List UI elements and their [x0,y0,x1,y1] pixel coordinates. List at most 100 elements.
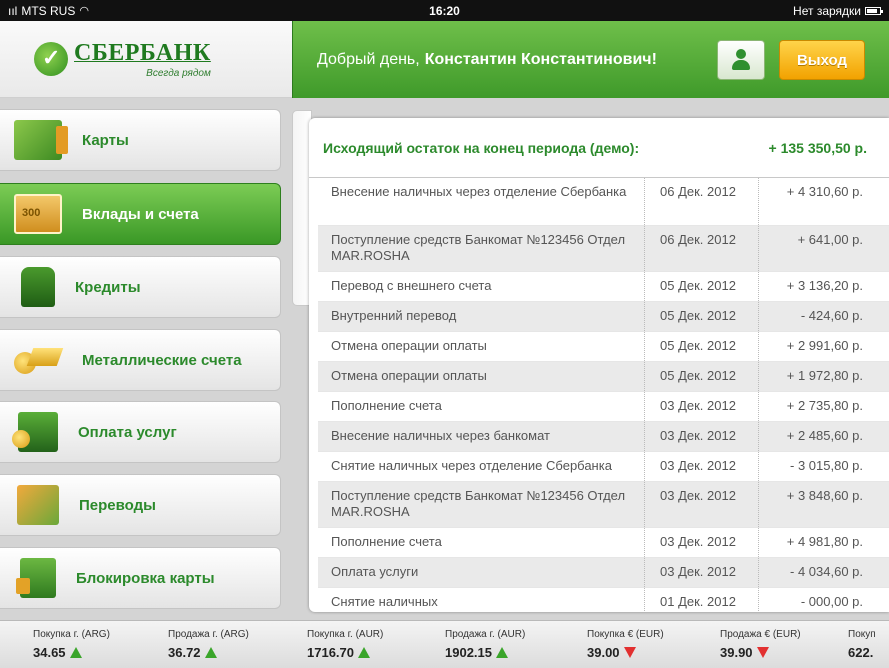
transaction-description: Снятие наличных [318,588,645,612]
profile-button[interactable] [717,40,765,80]
transaction-description: Внесение наличных через отделение Сберба… [318,178,645,225]
transaction-description: Пополнение счета [318,392,645,421]
transaction-date: 01 Дек. 2012 [645,588,759,612]
arrow-down-icon [623,647,636,658]
ticker-value: 1902.15 [445,645,492,660]
ticker-item: Покупка г. (ARG) 34.65 [33,629,110,660]
transaction-date: 03 Дек. 2012 [645,558,759,587]
logo-name: СБЕРБАНК [74,39,211,66]
table-row[interactable]: Пополнение счета 03 Дек. 2012 + 4 981,80… [318,528,889,558]
transaction-date: 03 Дек. 2012 [645,392,759,421]
person-icon [731,49,751,71]
transaction-amount: + 4 310,60 р. [786,184,863,199]
balance-amount: + 135 350,50 р. [768,139,867,156]
greeting-text: Добрый день, [317,50,420,68]
transaction-description: Отмена операции оплаты [318,332,645,361]
wifi-icon: ◠ [79,5,89,17]
battery-text: Нет зарядки [793,3,861,18]
table-row[interactable]: Отмена операции оплаты 05 Дек. 2012 + 1 … [318,362,889,392]
ticker-label: Покупка € (EUR) [587,629,664,640]
sidebar-item-credits[interactable]: Кредиты [0,256,281,318]
arrow-up-icon [69,647,82,658]
exit-button[interactable]: Выход [779,40,865,80]
transfer-icon [17,485,59,525]
transaction-description: Поступление средств Банкомат №123456 Отд… [318,482,645,527]
ticker-value: 1716.70 [307,645,354,660]
arrow-down-icon [756,647,769,658]
ticker-item: Продажа € (EUR) 39.90 [720,629,801,660]
transaction-date: 05 Дек. 2012 [645,332,759,361]
transaction-description: Внесение наличных через банкомат [318,422,645,451]
table-row[interactable]: Поступление средств Банкомат №123456 Отд… [318,226,889,272]
sidebar-item-payments[interactable]: Оплата услуг [0,401,281,463]
transaction-amount: + 2 485,60 р. [786,428,863,443]
ticker-item: Продажа г. (AUR) 1902.15 [445,629,525,660]
battery-info: Нет зарядки [793,3,883,18]
transaction-amount: - 3 015,80 р. [790,458,863,473]
transaction-date: 03 Дек. 2012 [645,422,759,451]
ticker-value: 39.00 [587,645,620,660]
table-row[interactable]: Внесение наличных через банкомат 03 Дек.… [318,422,889,452]
sidebar-item-label: Переводы [79,496,156,514]
transaction-amount: + 1 972,80 р. [786,368,863,383]
ticker-label: Покупка г. (ARG) [33,629,110,640]
exchange-rate-ticker: Покупка г. (ARG) 34.65 Продажа г. (ARG) … [0,620,889,668]
user-name: Константин Константинович! [424,50,657,68]
sidebar-item-label: Блокировка карты [76,569,215,587]
transaction-description: Внутренний перевод [318,302,645,331]
ticker-label: Продажа г. (ARG) [168,629,249,640]
ticker-item: Покуп 622. [848,629,876,660]
ticker-label: Продажа г. (AUR) [445,629,526,640]
greeting-bar: Добрый день, Константин Константинович! … [292,21,889,98]
logo[interactable]: СБЕРБАНК Всегда рядом [74,40,211,79]
ticker-label: Покупка г. (AUR) [307,629,384,640]
transaction-date: 05 Дек. 2012 [645,302,759,331]
ticker-value: 36.72 [168,645,201,660]
sidebar-item-block-card[interactable]: Блокировка карты [0,547,281,609]
table-row[interactable]: Пополнение счета 03 Дек. 2012 + 2 735,80… [318,392,889,422]
table-row[interactable]: Внесение наличных через отделение Сберба… [318,178,889,226]
transaction-date: 05 Дек. 2012 [645,272,759,301]
transaction-amount: - 424,60 р. [800,308,863,323]
ticker-item: Покупка г. (AUR) 1716.70 [307,629,383,660]
gold-icon [14,340,62,380]
sberbank-logo-icon [34,42,68,76]
sidebar-item-metal-accounts[interactable]: Металлические счета [0,329,281,391]
sidebar-item-label: Оплата услуг [78,423,177,441]
sidebar-item-label: Кредиты [75,278,141,296]
transaction-description: Отмена операции оплаты [318,362,645,391]
battery-icon [865,6,883,15]
table-row[interactable]: Оплата услуги 03 Дек. 2012 - 4 034,60 р. [318,558,889,588]
transaction-description: Оплата услуги [318,558,645,587]
transactions-table: Внесение наличных через отделение Сберба… [318,178,889,612]
ticker-value: 39.90 [720,645,753,660]
table-row[interactable]: Снятие наличных через отделение Сбербанк… [318,452,889,482]
table-row[interactable]: Перевод с внешнего счета 05 Дек. 2012 + … [318,272,889,302]
transaction-amount: - 4 034,60 р. [790,564,863,579]
table-row[interactable]: Поступление средств Банкомат №123456 Отд… [318,482,889,528]
sidebar-item-cards[interactable]: Карты [0,109,281,171]
status-bar: ııl MTS RUS ◠ 16:20 Нет зарядки [0,0,889,21]
arrow-up-icon [204,647,217,658]
transaction-amount: - 000,00 р. [800,594,863,609]
sidebar-item-deposits[interactable]: Вклады и счета [0,183,281,245]
purse-icon [21,267,55,307]
sidebar-item-label: Вклады и счета [82,205,199,223]
ticker-item: Продажа г. (ARG) 36.72 [168,629,249,660]
table-row[interactable]: Отмена операции оплаты 05 Дек. 2012 + 2 … [318,332,889,362]
balance-label: Исходящий остаток на конец периода (демо… [323,139,640,156]
statement-panel[interactable]: Исходящий остаток на конец периода (демо… [309,118,889,612]
arrow-up-icon [496,647,508,658]
briefcase-icon [12,412,58,452]
transaction-amount: + 2 991,60 р. [786,338,863,353]
ticker-item: Покупка € (EUR) 39.00 [587,629,664,660]
transaction-description: Поступление средств Банкомат №123456 Отд… [318,226,645,271]
table-row[interactable]: Снятие наличных 01 Дек. 2012 - 000,00 р. [318,588,889,612]
carrier-info: ııl MTS RUS ◠ [8,4,793,18]
table-row[interactable]: Внутренний перевод 05 Дек. 2012 - 424,60… [318,302,889,332]
sidebar-item-transfers[interactable]: Переводы [0,474,281,536]
transaction-date: 05 Дек. 2012 [645,362,759,391]
ticker-label: Продажа € (EUR) [720,629,801,640]
sidebar: Карты Вклады и счета Кредиты Металлическ… [0,98,292,620]
sidebar-item-label: Карты [82,131,129,149]
